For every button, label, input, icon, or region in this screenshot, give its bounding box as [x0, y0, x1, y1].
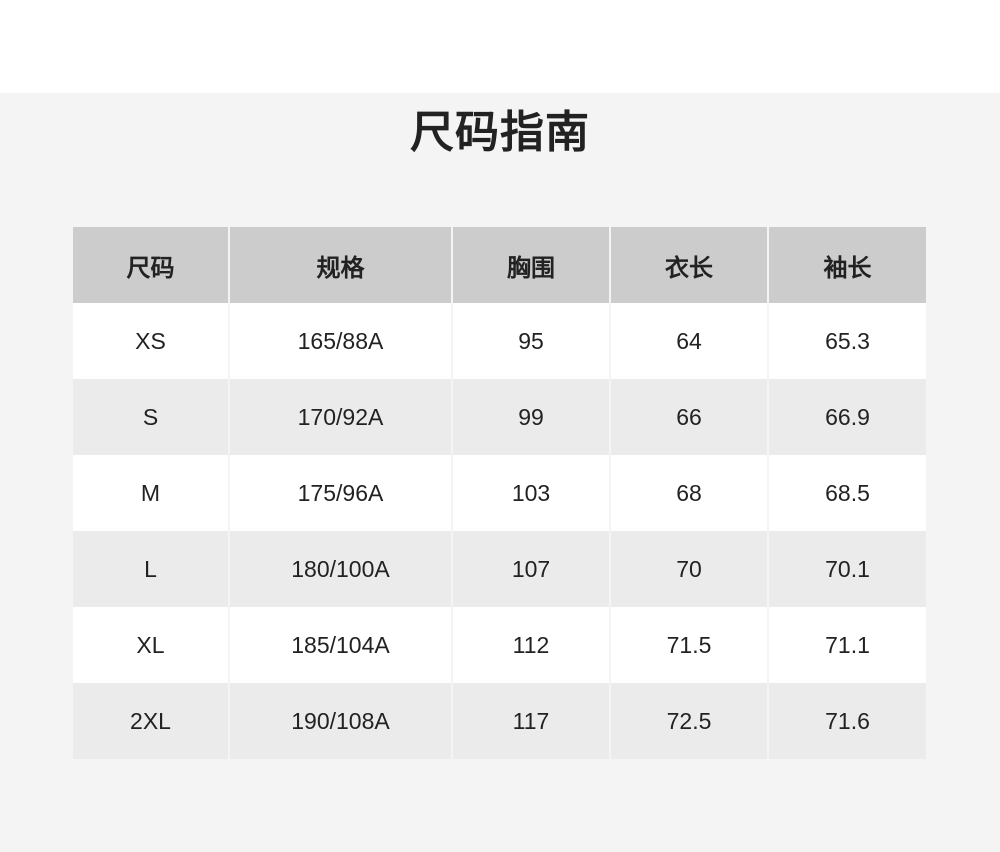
- cell-chest: 95: [451, 303, 611, 379]
- cell-sleeve: 70.1: [767, 531, 926, 607]
- cell-sleeve: 65.3: [767, 303, 926, 379]
- cell-length: 72.5: [609, 683, 769, 759]
- cell-size: XS: [73, 303, 230, 379]
- header-chest: 胸围: [451, 227, 611, 303]
- table-row: XS 165/88A 95 64 65.3: [73, 303, 926, 379]
- cell-chest: 117: [451, 683, 611, 759]
- cell-size: XL: [73, 607, 230, 683]
- cell-size: 2XL: [73, 683, 230, 759]
- cell-length: 68: [609, 455, 769, 531]
- cell-sleeve: 68.5: [767, 455, 926, 531]
- table-row: 2XL 190/108A 117 72.5 71.6: [73, 683, 926, 759]
- size-chart-table: 尺码 规格 胸围 衣长 袖长 XS 165/88A 95 64 65.3 S 1…: [73, 227, 926, 759]
- cell-length: 66: [609, 379, 769, 455]
- table-row: XL 185/104A 112 71.5 71.1: [73, 607, 926, 683]
- cell-sleeve: 66.9: [767, 379, 926, 455]
- cell-sleeve: 71.6: [767, 683, 926, 759]
- cell-length: 70: [609, 531, 769, 607]
- cell-size: L: [73, 531, 230, 607]
- cell-size: S: [73, 379, 230, 455]
- cell-size: M: [73, 455, 230, 531]
- cell-length: 71.5: [609, 607, 769, 683]
- cell-spec: 165/88A: [228, 303, 453, 379]
- cell-chest: 99: [451, 379, 611, 455]
- table-row: L 180/100A 107 70 70.1: [73, 531, 926, 607]
- cell-spec: 190/108A: [228, 683, 453, 759]
- table-row: S 170/92A 99 66 66.9: [73, 379, 926, 455]
- table-row: M 175/96A 103 68 68.5: [73, 455, 926, 531]
- cell-spec: 175/96A: [228, 455, 453, 531]
- cell-chest: 112: [451, 607, 611, 683]
- header-size: 尺码: [73, 227, 230, 303]
- cell-spec: 185/104A: [228, 607, 453, 683]
- cell-chest: 107: [451, 531, 611, 607]
- table-header-row: 尺码 规格 胸围 衣长 袖长: [73, 227, 926, 303]
- cell-length: 64: [609, 303, 769, 379]
- page-title: 尺码指南: [410, 107, 590, 158]
- header-sleeve: 袖长: [767, 227, 926, 303]
- header-spec: 规格: [228, 227, 453, 303]
- header-length: 衣长: [609, 227, 769, 303]
- cell-spec: 180/100A: [228, 531, 453, 607]
- cell-sleeve: 71.1: [767, 607, 926, 683]
- cell-spec: 170/92A: [228, 379, 453, 455]
- cell-chest: 103: [451, 455, 611, 531]
